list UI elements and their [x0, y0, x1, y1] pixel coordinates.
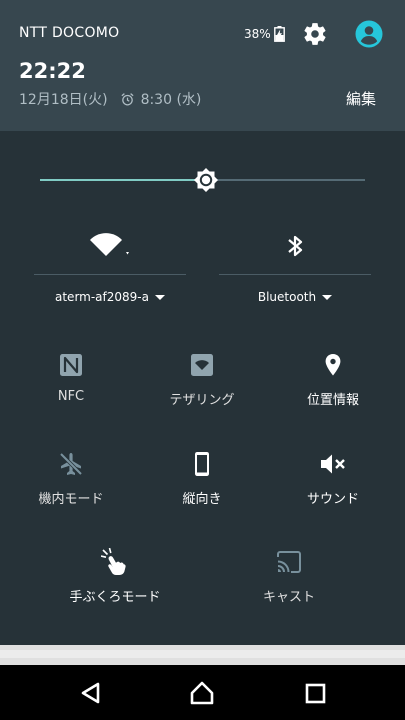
battery-charging-icon [273, 26, 285, 42]
battery-percent: 38% [244, 27, 271, 41]
brightness-slider[interactable] [40, 163, 365, 197]
next-alarm[interactable]: 8:30 (水) [141, 89, 202, 109]
alarm-clock-icon [121, 92, 134, 105]
glove-mode-label: 手ぶくろモード [69, 590, 161, 605]
tile-location[interactable]: 位置情報 [273, 351, 393, 431]
clock-time: 22:22 [19, 59, 86, 83]
nfc-icon [60, 354, 82, 376]
tethering-icon [191, 354, 213, 376]
date-row: 12月18日(火) 8:30 (水) [19, 89, 201, 109]
cast-icon [277, 551, 301, 573]
volume-mute-icon [321, 454, 345, 474]
tile-sound[interactable]: サウンド [273, 450, 393, 530]
airplane-mode-label: 機内モード [38, 492, 104, 507]
tile-airplane-mode[interactable]: 機内モード [11, 450, 131, 530]
bluetooth-divider [219, 274, 371, 275]
tile-glove-mode[interactable]: 手ぶくろモード [55, 548, 175, 628]
shade-bottom-highlight [0, 650, 405, 658]
brightness-fill [40, 179, 206, 181]
airplane-off-icon [59, 452, 83, 476]
wifi-network-name: aterm-af2089-a [55, 290, 149, 304]
settings-gear-icon[interactable] [302, 21, 328, 47]
home-icon[interactable] [188, 679, 216, 707]
wifi-icon [90, 233, 129, 256]
cast-label: キャスト [262, 590, 315, 605]
bluetooth-label: Bluetooth [257, 290, 317, 304]
nfc-label: NFC [57, 389, 85, 404]
sound-label: サウンド [306, 492, 359, 507]
wifi-divider [34, 274, 186, 275]
phone-portrait-icon [195, 452, 209, 476]
tethering-label: テザリング [169, 393, 235, 408]
location-label: 位置情報 [306, 393, 359, 408]
brightness-sun-icon[interactable] [191, 165, 221, 195]
portrait-label: 縦向き [182, 492, 222, 507]
wifi-network-dropdown[interactable]: aterm-af2089-a [34, 290, 186, 304]
navigation-bar [0, 665, 405, 720]
carrier-name: NTT DOCOMO [19, 25, 120, 41]
user-account-icon[interactable] [355, 20, 383, 48]
recents-icon[interactable] [301, 679, 329, 707]
notification-header: NTT DOCOMO 38% 22:22 12月18日(火) 8:30 (水) … [0, 0, 405, 131]
tile-portrait[interactable]: 縦向き [142, 450, 262, 530]
tile-tethering[interactable]: テザリング [142, 351, 262, 431]
wifi-tile[interactable]: aterm-af2089-a [34, 232, 186, 322]
location-pin-icon [325, 354, 341, 376]
tile-nfc[interactable]: NFC [11, 351, 131, 431]
battery-status: 38% [244, 26, 285, 42]
chevron-down-icon [154, 294, 165, 300]
tile-cast[interactable]: キャスト [229, 548, 349, 628]
bluetooth-tile[interactable]: Bluetooth [219, 232, 371, 322]
current-date: 12月18日(火) [19, 92, 108, 108]
bluetooth-dropdown[interactable]: Bluetooth [219, 290, 371, 304]
edit-button[interactable]: 編集 [346, 88, 376, 109]
bluetooth-icon [288, 235, 303, 257]
glove-hand-icon [101, 548, 126, 575]
back-icon[interactable] [77, 679, 105, 707]
chevron-down-icon [322, 294, 333, 300]
